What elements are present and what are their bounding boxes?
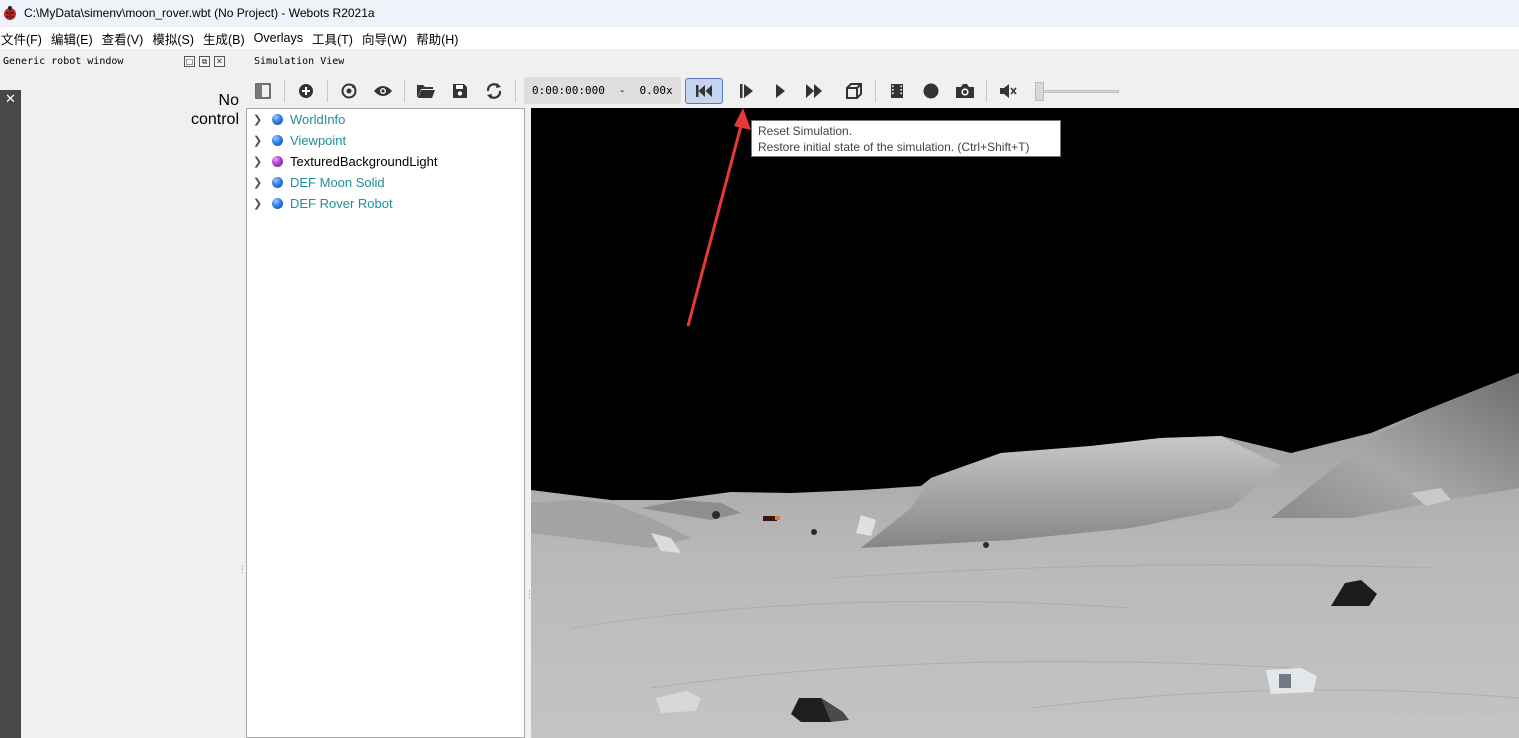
- node-ball-icon: [272, 135, 283, 146]
- chevron-right-icon[interactable]: ❯: [253, 134, 263, 147]
- fast-forward-button[interactable]: [797, 77, 831, 105]
- reload-world-icon[interactable]: [332, 77, 366, 105]
- simulation-speed: 0.00x: [639, 84, 673, 97]
- simulation-toolbar: 0:00:00:000 - 0.00x: [246, 73, 1519, 108]
- menu-simulation[interactable]: 模拟(S): [152, 29, 202, 48]
- add-node-icon[interactable]: [289, 77, 323, 105]
- open-world-icon[interactable]: [409, 77, 443, 105]
- node-ball-icon: [272, 198, 283, 209]
- dock-buttons: □ ⧉ ✕: [184, 55, 225, 67]
- simulation-view-title: Simulation View: [254, 55, 345, 67]
- volume-slider[interactable]: [1034, 81, 1119, 101]
- ladybug-icon: [4, 6, 16, 20]
- simulation-time: 0:00:00:000: [532, 84, 605, 97]
- tree-node-label: DEF Moon Solid: [290, 175, 385, 190]
- chevron-right-icon[interactable]: ❯: [253, 197, 263, 210]
- menu-wizards[interactable]: 向导(W): [362, 29, 415, 48]
- show-scene-tree-icon[interactable]: [246, 77, 280, 105]
- node-ball-icon: [272, 114, 283, 125]
- toolbar-separator: [985, 79, 987, 102]
- chevron-right-icon[interactable]: ❯: [253, 176, 263, 189]
- proto-ball-icon: [272, 156, 283, 167]
- annotation-arrow-icon: [686, 108, 751, 327]
- view-options-icon: [845, 82, 862, 99]
- save-world-icon[interactable]: [443, 77, 477, 105]
- simulation-view-header: Simulation View: [246, 50, 1519, 72]
- node-ball-icon: [272, 177, 283, 188]
- tree-node-label: DEF Rover Robot: [290, 196, 393, 211]
- restore-icon[interactable]: □: [184, 55, 195, 67]
- no-control-line1: No: [218, 92, 239, 109]
- no-control-line2: control: [190, 111, 239, 128]
- menu-tools[interactable]: 工具(T): [312, 29, 361, 48]
- title-bar: C:\MyData\simenv\moon_rover.wbt (No Proj…: [0, 0, 1519, 26]
- scene-tree: ❯ WorldInfo ❯ Viewpoint ❯ TexturedBackgr…: [246, 108, 525, 738]
- record-animation-button[interactable]: [914, 77, 948, 105]
- reset-simulation-button[interactable]: [684, 77, 723, 104]
- robot-window-header: Generic robot window □ ⧉ ✕: [0, 50, 240, 72]
- chevron-right-icon[interactable]: ❯: [253, 155, 263, 168]
- fast-forward-icon: [805, 83, 822, 98]
- simulation-clock: 0:00:00:000 - 0.00x: [524, 77, 681, 104]
- window-title: C:\MyData\simenv\moon_rover.wbt (No Proj…: [24, 6, 375, 20]
- close-icon[interactable]: ✕: [214, 55, 225, 67]
- toolbar-separator: [515, 79, 516, 102]
- robot-window-sidebar: ✕: [0, 90, 21, 738]
- record-animation-icon: [923, 83, 939, 98]
- reload-icon[interactable]: [477, 77, 511, 105]
- volume-slider-thumb[interactable]: [1034, 81, 1044, 101]
- view-options-button[interactable]: [837, 77, 871, 105]
- tree-node-label: Viewpoint: [290, 133, 347, 148]
- toolbar-separator: [284, 79, 285, 102]
- mute-sound-button[interactable]: [991, 77, 1025, 105]
- tree-node-moon-solid[interactable]: ❯ DEF Moon Solid: [247, 172, 524, 193]
- screenshot-button[interactable]: [948, 77, 982, 105]
- record-movie-button[interactable]: [880, 77, 914, 105]
- menu-view[interactable]: 查看(V): [102, 29, 152, 48]
- tree-node-label: TexturedBackgroundLight: [290, 154, 438, 169]
- run-realtime-button[interactable]: [763, 77, 797, 105]
- reset-simulation-icon: [695, 84, 712, 97]
- tree-node-worldinfo[interactable]: ❯ WorldInfo: [247, 109, 524, 130]
- tooltip-description: Restore initial state of the simulation.…: [758, 140, 1030, 154]
- step-icon: [739, 83, 753, 98]
- record-movie-icon: [890, 83, 903, 98]
- tree-node-background-light[interactable]: ❯ TexturedBackgroundLight: [247, 151, 524, 172]
- menu-bar: 文件(F) 编辑(E) 查看(V) 模拟(S) 生成(B) Overlays 工…: [0, 27, 1519, 49]
- menu-overlays[interactable]: Overlays: [254, 31, 311, 45]
- robot-window-title: Generic robot window: [3, 55, 124, 67]
- toolbar-separator: [404, 79, 405, 102]
- tree-node-rover-robot[interactable]: ❯ DEF Rover Robot: [247, 193, 524, 214]
- chevron-right-icon[interactable]: ❯: [253, 113, 263, 126]
- toolbar-separator: [327, 79, 328, 102]
- no-control-label: No control: [191, 91, 239, 129]
- time-separator: -: [618, 84, 626, 97]
- toolbar-separator: [874, 79, 876, 102]
- mute-sound-icon: [999, 83, 1017, 98]
- float-icon[interactable]: ⧉: [199, 55, 210, 67]
- step-button[interactable]: [729, 77, 763, 105]
- menu-help[interactable]: 帮助(H): [416, 29, 466, 48]
- tooltip-title: Reset Simulation.: [758, 124, 853, 138]
- menu-build[interactable]: 生成(B): [203, 29, 253, 48]
- tree-node-viewpoint[interactable]: ❯ Viewpoint: [247, 130, 524, 151]
- run-realtime-icon: [775, 83, 785, 98]
- menu-edit[interactable]: 编辑(E): [51, 29, 101, 48]
- volume-slider-track: [1034, 89, 1119, 93]
- menu-file[interactable]: 文件(F): [1, 29, 50, 48]
- view-visibility-icon[interactable]: [366, 77, 400, 105]
- robot-window-panel: Generic robot window □ ⧉ ✕ ✕ No control …: [0, 50, 247, 738]
- close-icon[interactable]: ✕: [0, 92, 21, 107]
- watermark: CSDN @MAVER1CK: [1387, 714, 1502, 728]
- screenshot-icon: [955, 83, 974, 98]
- reset-simulation-tooltip: Reset Simulation. Restore initial state …: [751, 120, 1061, 157]
- tree-node-label: WorldInfo: [290, 112, 346, 127]
